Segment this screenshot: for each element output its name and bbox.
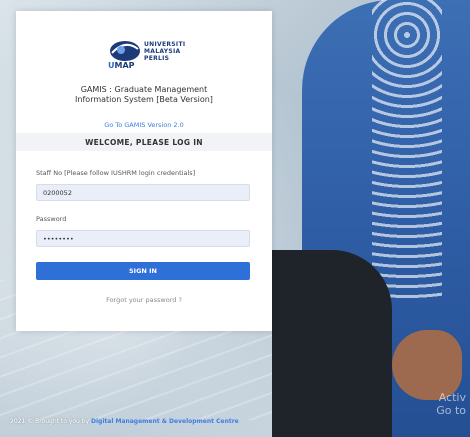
graduate-photo	[272, 0, 470, 437]
logo-acronym-rest: MAP	[114, 61, 135, 70]
graduate-hand	[392, 330, 462, 400]
system-title-line1: GAMIS : Graduate Management	[80, 85, 208, 94]
unimap-logo: UNIVERSITI MALAYSIA PERLIS UMAP	[108, 37, 200, 71]
watermark-line2: Go to	[436, 404, 466, 417]
password-label: Password	[36, 215, 67, 223]
watermark-line1: Activ	[438, 391, 466, 404]
footer-credit: 2021 © Brought to you by Digital Managem…	[10, 418, 239, 425]
sign-in-button[interactable]: SIGN IN	[36, 262, 250, 280]
logo-acronym: UMAP	[108, 61, 135, 70]
footer-dmdc-link[interactable]: Digital Management & Development Centre	[91, 418, 239, 425]
login-card: UNIVERSITI MALAYSIA PERLIS UMAP GAMIS : …	[16, 11, 272, 331]
forgot-password-link[interactable]: Forgot your password ?	[16, 296, 272, 304]
welcome-heading: WELCOME, PLEASE LOG IN	[85, 138, 203, 147]
windows-activation-watermark: Activ Go to	[436, 391, 466, 417]
system-title: GAMIS : Graduate Management Information …	[16, 85, 272, 105]
graduate-sleeve	[272, 250, 392, 437]
logo-line3: PERLIS	[144, 55, 170, 62]
password-input[interactable]	[36, 230, 250, 247]
staff-no-input[interactable]	[36, 184, 250, 201]
logo-university-name: UNIVERSITI MALAYSIA PERLIS	[144, 41, 185, 62]
logo-line2: MALAYSIA	[144, 48, 181, 55]
gamis-v2-link[interactable]: Go To GAMIS Version 2.0	[16, 121, 272, 129]
staff-no-label: Staff No [Please follow IUSHRM login cre…	[36, 169, 196, 177]
robe-embroidery	[372, 0, 442, 300]
footer-prefix: 2021 © Brought to you by	[10, 418, 92, 425]
logo-line1: UNIVERSITI	[144, 41, 186, 48]
system-title-line2: Information System [Beta Version]	[75, 95, 213, 104]
